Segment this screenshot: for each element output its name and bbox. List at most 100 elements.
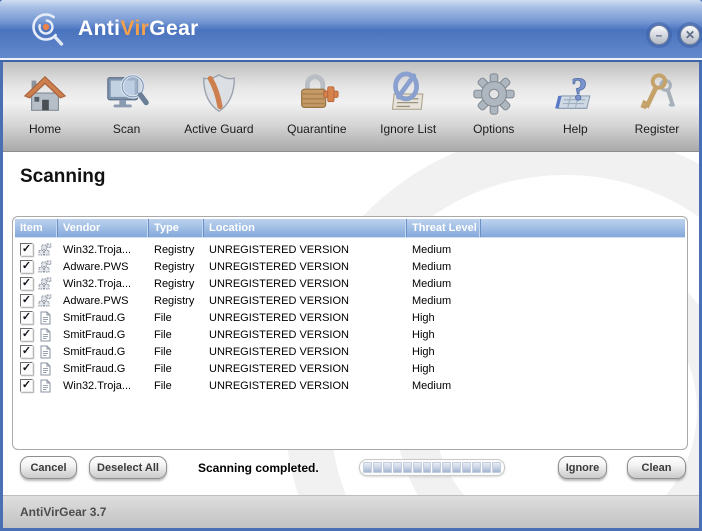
minimize-button[interactable]: – xyxy=(649,25,669,45)
row-checkbox[interactable]: ✓ xyxy=(20,294,33,307)
cell-vendor: Adware.PWS xyxy=(63,260,129,273)
cell-type: Registry xyxy=(154,294,195,307)
cell-location: UNREGISTERED VERSION xyxy=(209,328,349,341)
title-bar: AntiVirGear – ✕ xyxy=(0,0,702,58)
deselect-all-button[interactable]: Deselect All xyxy=(89,456,167,479)
row-checkbox[interactable]: ✓ xyxy=(20,243,33,256)
cell-vendor: Win32.Troja... xyxy=(63,277,132,290)
progress-segment xyxy=(392,462,402,473)
cell-location: UNREGISTERED VERSION xyxy=(209,379,349,392)
app-title-part: Gear xyxy=(149,17,199,40)
app-title-part: Anti xyxy=(78,17,121,40)
help-icon: ? xyxy=(555,71,591,109)
progress-segment xyxy=(491,462,501,473)
file-icon xyxy=(40,311,51,324)
toolbar-item-label: Home xyxy=(28,122,61,136)
cell-threat: High xyxy=(412,362,435,375)
scan-results-table: Item Vendor Type Location Threat Level ✓ Win… xyxy=(12,216,688,450)
ignore-button[interactable]: Ignore xyxy=(558,456,607,479)
cell-type: File xyxy=(154,328,172,341)
progress-segment xyxy=(462,462,472,473)
cell-location: UNREGISTERED VERSION xyxy=(209,294,349,307)
cell-type: File xyxy=(154,345,172,358)
cell-vendor: SmitFraud.G xyxy=(63,328,126,341)
toolbar-item-label: Ignore List xyxy=(380,122,437,136)
table-row[interactable]: ✓ Win32.Troja... Registry UNREGISTERED VER… xyxy=(15,241,685,258)
column-header-filler xyxy=(481,219,685,237)
cell-location: UNREGISTERED VERSION xyxy=(209,260,349,273)
column-header-item[interactable]: Item xyxy=(15,219,58,237)
cell-vendor: SmitFraud.G xyxy=(63,362,126,375)
cell-threat: Medium xyxy=(412,243,452,256)
row-checkbox[interactable]: ✓ xyxy=(20,379,33,392)
column-header-threat-level[interactable]: Threat Level xyxy=(407,219,481,237)
table-row[interactable]: ✓ Win32.Troja... File UNREGISTERED VERSION… xyxy=(15,377,685,394)
table-row[interactable]: ✓ Win32.Troja... Registry UNREGISTERED VER… xyxy=(15,275,685,292)
toolbar-item-label: Active Guard xyxy=(184,122,254,136)
cell-location: UNREGISTERED VERSION xyxy=(209,243,349,256)
row-checkbox[interactable]: ✓ xyxy=(20,345,33,358)
cell-vendor: Win32.Troja... xyxy=(63,379,132,392)
registry-icon xyxy=(38,277,52,289)
cell-vendor: Win32.Troja... xyxy=(63,243,132,256)
cancel-button[interactable]: Cancel xyxy=(20,456,77,479)
column-header-vendor[interactable]: Vendor xyxy=(58,219,149,237)
progress-segment xyxy=(422,462,432,473)
cell-threat: High xyxy=(412,328,435,341)
cell-type: File xyxy=(154,379,172,392)
clean-button[interactable]: Clean xyxy=(627,456,686,479)
cell-type: Registry xyxy=(154,260,195,273)
cell-threat: Medium xyxy=(412,277,452,290)
progress-segment xyxy=(372,462,382,473)
cell-vendor: Adware.PWS xyxy=(63,294,129,307)
toolbar-item-home[interactable]: Home xyxy=(17,68,73,138)
page-title: Scanning xyxy=(20,166,106,187)
toolbar-item-label: Options xyxy=(473,122,515,136)
registry-icon xyxy=(38,260,52,272)
row-checkbox[interactable]: ✓ xyxy=(20,260,33,273)
row-checkbox[interactable]: ✓ xyxy=(20,328,33,341)
scan-status-text: Scanning completed. xyxy=(198,461,319,475)
app-window: AntiVirGear – ✕ Home Scan Active Guard Q… xyxy=(0,0,702,531)
close-button[interactable]: ✕ xyxy=(680,25,700,45)
table-row[interactable]: ✓ SmitFraud.G File UNREGISTERED VERSION Hig… xyxy=(15,309,685,326)
row-checkbox[interactable]: ✓ xyxy=(20,277,33,290)
cell-vendor: SmitFraud.G xyxy=(63,311,126,324)
home-icon xyxy=(23,75,67,111)
progress-segment xyxy=(363,462,372,473)
file-icon xyxy=(40,345,51,358)
row-checkbox[interactable]: ✓ xyxy=(20,362,33,375)
toolbar-item-ignore-list[interactable]: Ignore List xyxy=(376,68,440,138)
app-title: AntiVirGear xyxy=(78,17,199,41)
progress-segment xyxy=(472,462,482,473)
toolbar-item-quarantine[interactable]: Quarantine xyxy=(283,68,350,138)
content-area: Scanning Item Vendor Type Location Threat Le… xyxy=(3,152,699,495)
row-checkbox[interactable]: ✓ xyxy=(20,311,33,324)
cell-threat: High xyxy=(412,345,435,358)
toolbar-item-scan[interactable]: Scan xyxy=(99,68,155,138)
toolbar-item-register[interactable]: Register xyxy=(629,68,685,138)
cell-type: Registry xyxy=(154,277,195,290)
toolbar-item-help[interactable]: ? Help xyxy=(547,68,603,138)
shield-icon xyxy=(202,74,235,113)
svg-text:?: ? xyxy=(572,72,588,108)
toolbar-item-label: Register xyxy=(634,122,680,136)
keys-icon xyxy=(640,73,676,110)
table-row[interactable]: ✓ SmitFraud.G File UNREGISTERED VERSION Hig… xyxy=(15,343,685,360)
toolbar-item-active-guard[interactable]: Active Guard xyxy=(180,68,257,138)
table-row[interactable]: ✓ Adware.PWS Registry UNREGISTERED VERSION… xyxy=(15,292,685,309)
toolbar-item-options[interactable]: Options xyxy=(466,68,522,138)
column-header-type[interactable]: Type xyxy=(149,219,204,237)
table-row[interactable]: ✓ Adware.PWS Registry UNREGISTERED VERSION… xyxy=(15,258,685,275)
ignore-icon xyxy=(391,71,424,110)
cell-type: File xyxy=(154,311,172,324)
registry-icon xyxy=(38,294,52,306)
table-row[interactable]: ✓ SmitFraud.G File UNREGISTERED VERSION Hig… xyxy=(15,360,685,377)
cell-location: UNREGISTERED VERSION xyxy=(209,362,349,375)
progress-segment xyxy=(382,462,392,473)
table-row[interactable]: ✓ SmitFraud.G File UNREGISTERED VERSION Hig… xyxy=(15,326,685,343)
progress-segment xyxy=(442,462,452,473)
app-title-part: Vir xyxy=(120,17,150,40)
column-header-location[interactable]: Location xyxy=(204,219,407,237)
toolbar-item-label: Scan xyxy=(112,122,141,136)
